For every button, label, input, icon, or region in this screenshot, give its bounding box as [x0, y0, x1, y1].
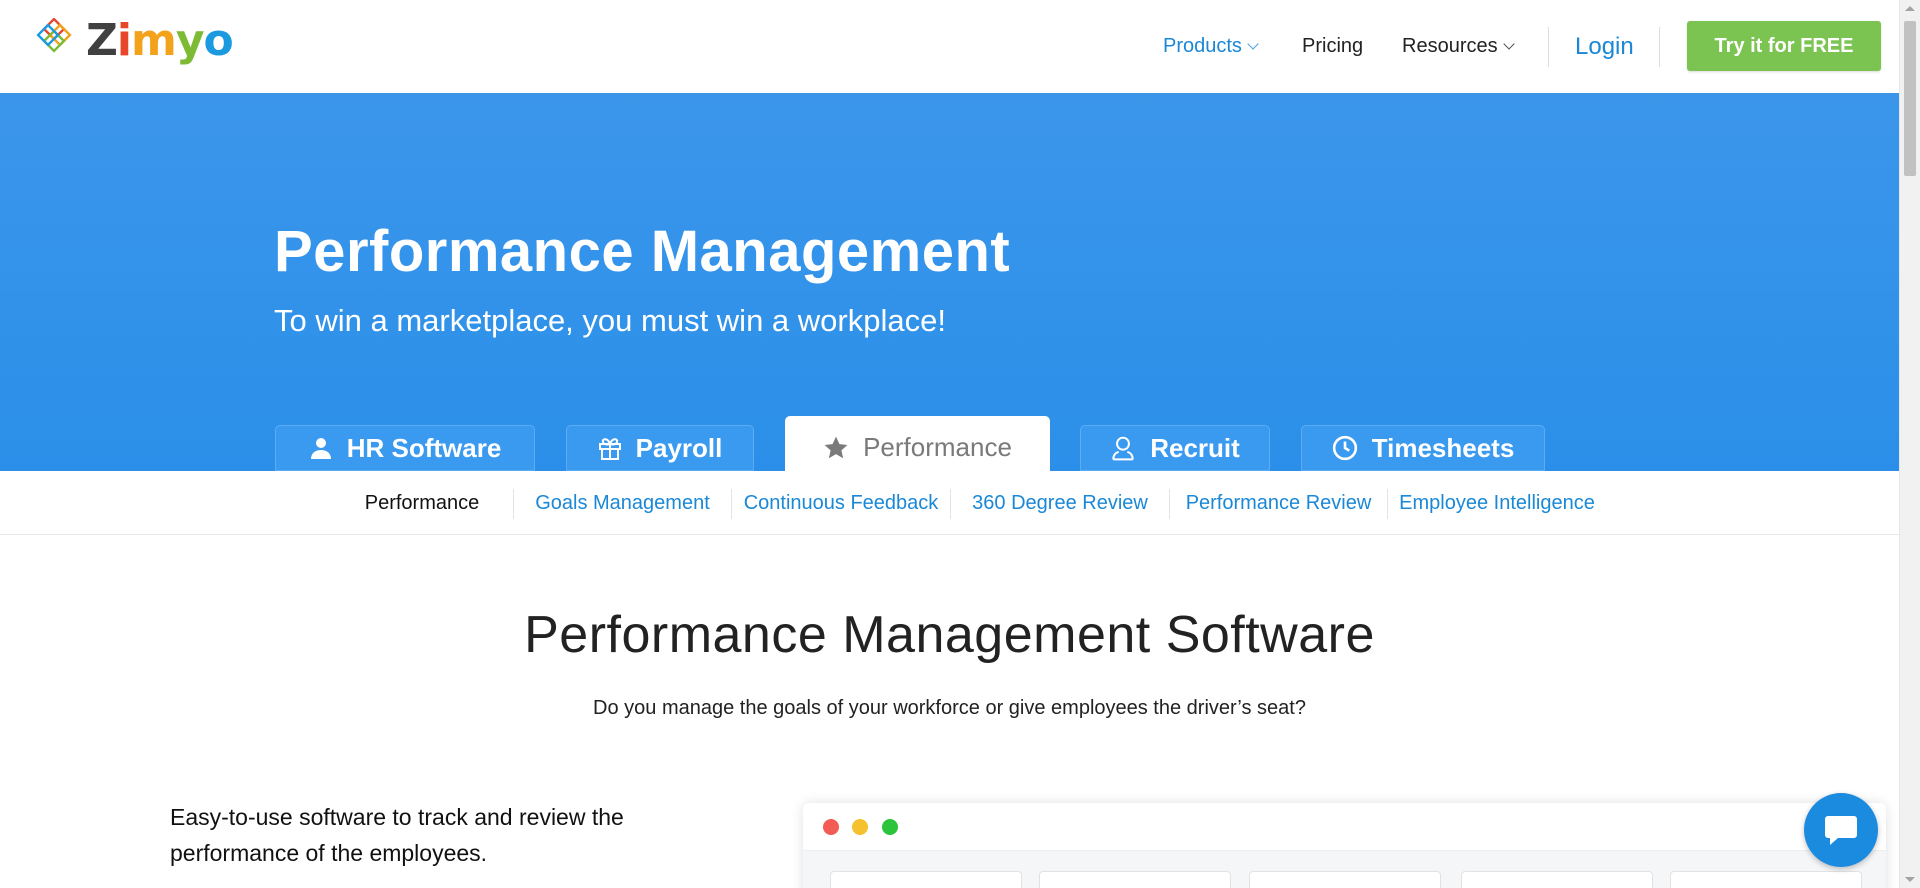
tab-label: Performance [863, 432, 1012, 462]
nav-divider [1548, 27, 1549, 67]
tab-timesheets[interactable]: Timesheets [1301, 425, 1545, 471]
subnav-performance-review[interactable]: Performance Review [1170, 471, 1387, 535]
subnav-employee-intelligence[interactable]: Employee Intelligence [1388, 471, 1606, 535]
scroll-down-arrow-icon[interactable] [1905, 877, 1915, 882]
product-tabs: HR Software Payroll Performance Recruit … [0, 416, 1899, 471]
feature-description: Easy-to-use software to track and review… [170, 804, 624, 866]
tab-hr-software[interactable]: HR Software [275, 425, 535, 471]
hero-subtitle: To win a marketplace, you must win a wor… [274, 303, 946, 338]
subnav-goals-management[interactable]: Goals Management [514, 471, 731, 535]
window-minimize-dot [852, 819, 868, 835]
nav-divider [1659, 27, 1660, 67]
login-link[interactable]: Login [1575, 33, 1634, 61]
window-title-bar [803, 803, 1886, 851]
app-preview-window [803, 803, 1886, 888]
chat-button[interactable] [1804, 793, 1878, 867]
subnav-performance[interactable]: Performance [330, 471, 514, 535]
tab-label: Recruit [1150, 432, 1240, 463]
preview-card [1249, 871, 1441, 888]
nav-pricing-label: Pricing [1302, 35, 1364, 57]
scrollbar-thumb[interactable] [1904, 21, 1916, 176]
sub-navigation: Performance Goals Management Continuous … [0, 471, 1899, 535]
section-title: Performance Management Software [524, 606, 1375, 664]
section-subtitle: Do you manage the goals of your workforc… [593, 697, 1306, 719]
hero-banner: Performance Management To win a marketpl… [0, 93, 1899, 471]
main-nav: Products Pricing Resources Login Try it … [0, 0, 1899, 93]
window-body [803, 851, 1886, 888]
star-icon [824, 436, 848, 458]
tab-recruit[interactable]: Recruit [1080, 425, 1270, 471]
try-free-button[interactable]: Try it for FREE [1687, 21, 1881, 71]
user-outline-icon [1112, 436, 1134, 461]
nav-products[interactable]: Products [1163, 35, 1259, 58]
person-icon [310, 438, 331, 459]
chevron-down-icon [1247, 38, 1259, 50]
nav-pricing[interactable]: Pricing [1302, 35, 1363, 58]
subnav-continuous-feedback[interactable]: Continuous Feedback [732, 471, 950, 535]
gift-icon [598, 438, 621, 460]
nav-products-label: Products [1163, 35, 1242, 57]
preview-card [1670, 871, 1862, 888]
tab-label: Payroll [635, 432, 723, 463]
tab-performance[interactable]: Performance [785, 416, 1050, 471]
tab-label: Timesheets [1371, 432, 1515, 463]
site-header: Zimyo Products Pricing Resources Login T… [0, 0, 1899, 93]
nav-resources-label: Resources [1402, 35, 1498, 57]
window-maximize-dot [882, 819, 898, 835]
page-scrollbar[interactable] [1899, 0, 1920, 888]
preview-card [1039, 871, 1231, 888]
tab-label: HR Software [346, 432, 502, 463]
chevron-down-icon [1502, 38, 1515, 50]
chat-bubble-icon [1825, 816, 1857, 845]
tab-payroll[interactable]: Payroll [566, 425, 754, 471]
preview-card [1461, 871, 1653, 888]
subnav-360-degree-review[interactable]: 360 Degree Review [951, 471, 1169, 535]
window-close-dot [823, 819, 839, 835]
preview-card [830, 871, 1022, 888]
hero-title: Performance Management [274, 219, 1011, 284]
scroll-up-arrow-icon[interactable] [1905, 6, 1915, 11]
clock-icon [1332, 435, 1357, 461]
nav-resources[interactable]: Resources [1402, 35, 1515, 58]
